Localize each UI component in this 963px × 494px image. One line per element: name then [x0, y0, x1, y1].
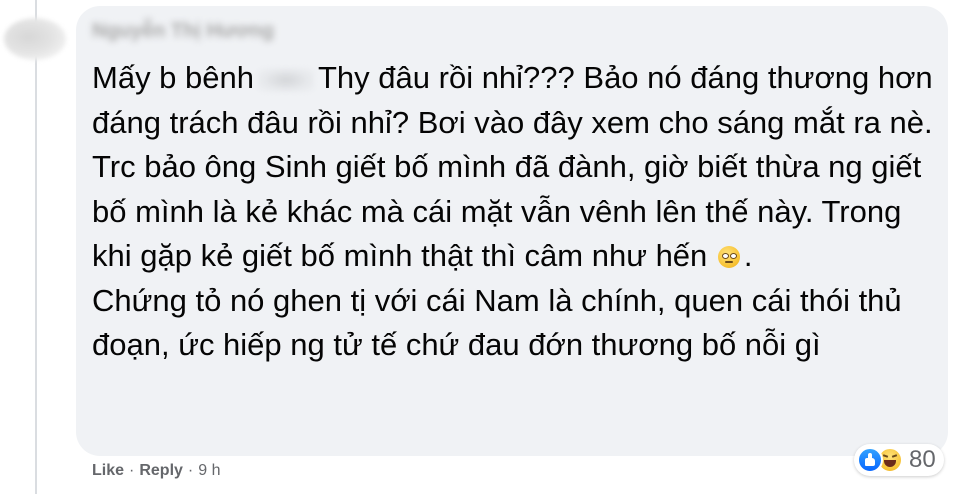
comment-text-part-3: .	[743, 238, 753, 273]
separator: ·	[187, 462, 194, 479]
rolling-eyes-emoji-icon	[717, 246, 740, 268]
comment-text-part-1: Mấy b bênh	[92, 60, 254, 95]
redacted-name	[258, 67, 314, 92]
comment-body: Mấy b bênh Thy đâu rồi nhỉ??? Bảo nó đáng…	[92, 56, 938, 368]
reply-button[interactable]: Reply	[139, 462, 183, 480]
comment-paragraph-2: Chứng tỏ nó ghen tị với cái Nam là chính…	[92, 282, 902, 363]
comment-timestamp[interactable]: 9 h	[198, 462, 220, 480]
comment-actions: Like · Reply · 9 h	[92, 462, 221, 480]
like-button[interactable]: Like	[92, 462, 124, 480]
like-reaction-icon	[857, 447, 883, 473]
avatar[interactable]	[4, 18, 66, 60]
reactions-summary[interactable]: 80	[854, 444, 944, 476]
thread-line	[35, 0, 37, 494]
comment-paragraph-1: Mấy b bênh Thy đâu rồi nhỉ??? Bảo nó đáng…	[92, 56, 938, 279]
comment-author[interactable]: Nguyễn Thị Hương	[92, 20, 274, 43]
reaction-count: 80	[909, 446, 936, 473]
separator: ·	[129, 462, 135, 479]
